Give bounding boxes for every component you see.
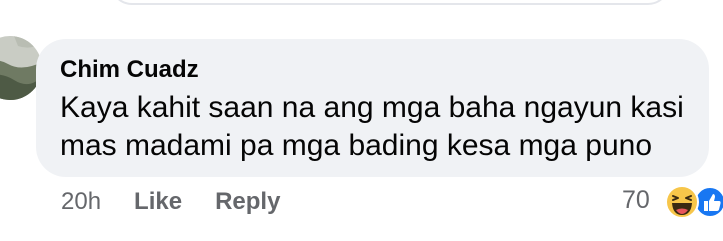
previous-comment-box <box>110 0 670 5</box>
like-icon <box>694 186 723 218</box>
like-button[interactable]: Like <box>134 188 182 216</box>
comment-bubble: Chim Cuadz Kaya kahit saan na ang mga ba… <box>36 39 709 177</box>
comment-actions: 20h Like Reply <box>61 188 280 216</box>
comment-author[interactable]: Chim Cuadz <box>60 56 199 84</box>
haha-icon <box>665 185 699 219</box>
comment-thread: Chim Cuadz Kaya kahit saan na ang mga ba… <box>0 0 723 241</box>
reply-button[interactable]: Reply <box>215 188 280 216</box>
comment-text: Kaya kahit saan na ang mga baha ngayun k… <box>60 91 684 162</box>
reaction-icons[interactable] <box>664 184 723 220</box>
reaction-count[interactable]: 70 <box>622 186 650 215</box>
comment-timestamp[interactable]: 20h <box>61 188 101 216</box>
